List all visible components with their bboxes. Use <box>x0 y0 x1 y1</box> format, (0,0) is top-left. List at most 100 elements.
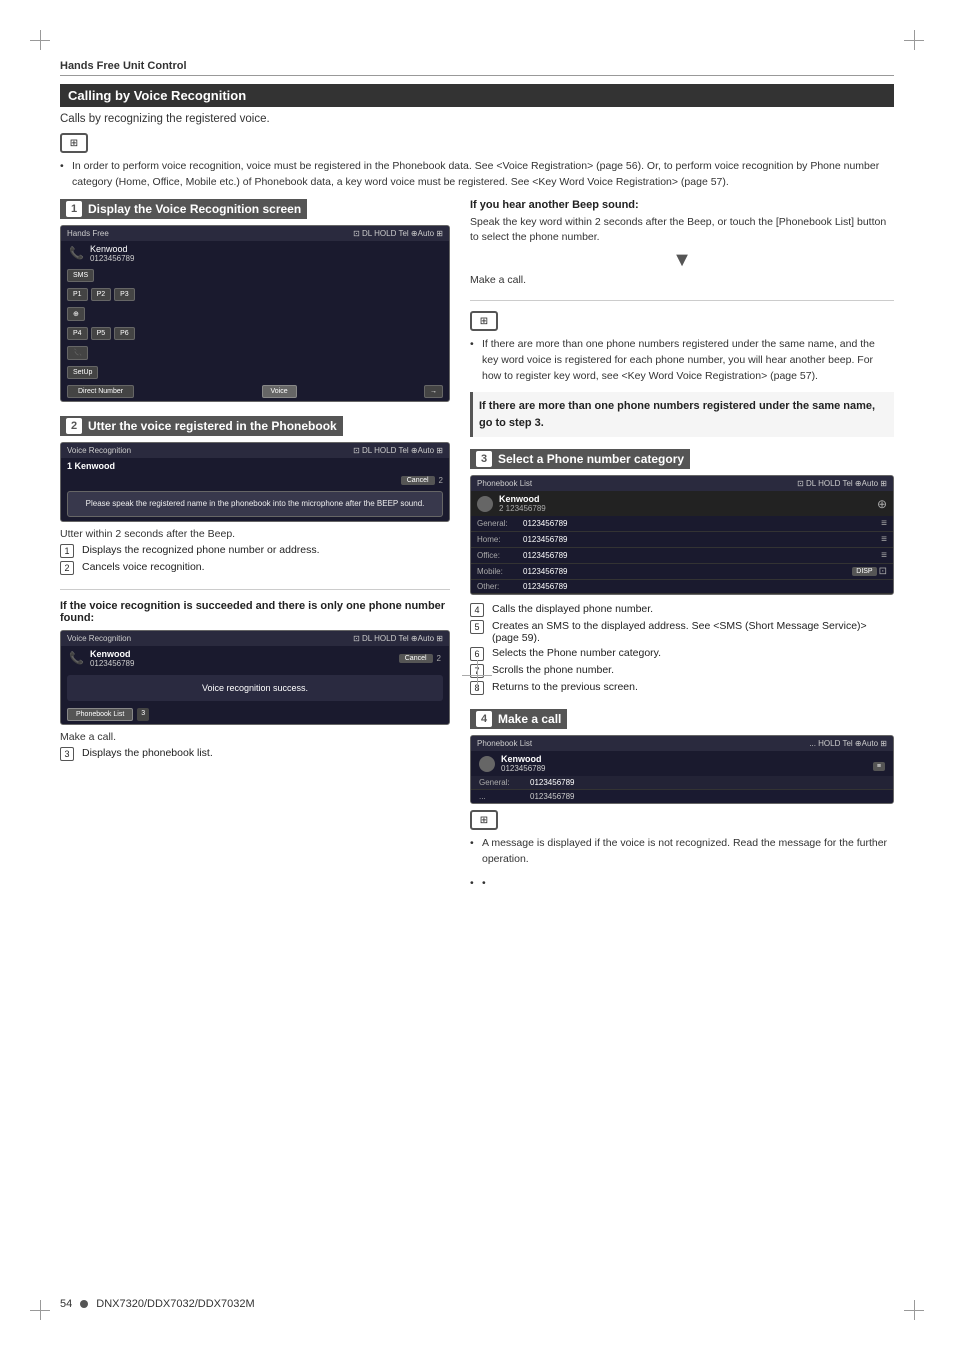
step3-note7: 7 Scrolls the phone number. <box>470 664 894 678</box>
ss-num2: 2 <box>437 654 441 663</box>
if-success-caption1: Make a call. <box>60 731 450 743</box>
hf-p3-btn[interactable]: P3 <box>114 288 135 301</box>
note8-text: Returns to the previous screen. <box>492 681 638 693</box>
icon-phonebook2: ⊞ <box>470 311 498 331</box>
final-note1: A message is displayed if the voice is n… <box>470 836 894 868</box>
icon-phonebook3: ⊞ <box>470 810 498 830</box>
pb-row-mobile[interactable]: Mobile: 0123456789 DISP ⊡ <box>471 564 893 580</box>
footer-dot <box>80 1300 88 1308</box>
hf-contacts-btn[interactable]: ⊕ <box>67 307 85 321</box>
section-subtitle: Calls by recognizing the registered voic… <box>60 113 894 125</box>
pb-label-general: General: <box>477 519 517 528</box>
hf-sms-btn[interactable]: SMS <box>67 269 94 282</box>
mc-avatar <box>479 756 495 772</box>
mc-next-row: ... 0123456789 <box>471 789 893 803</box>
hf-btn-row3: ⊕ <box>61 304 449 324</box>
vr-header: Voice Recognition ⊡ DL HOLD Tel ⊕Auto ⊞ <box>61 443 449 458</box>
hf-contact-name: Kenwood <box>90 244 135 254</box>
page-section-title: Hands Free Unit Control <box>60 60 894 76</box>
hf-p4-btn[interactable]: P4 <box>67 327 88 340</box>
pb-header: Phonebook List ⊡ DL HOLD Tel ⊕Auto ⊞ <box>471 476 893 491</box>
note3-text: Displays the phonebook list. <box>82 747 213 759</box>
hf-phone-icon: 📞 <box>69 246 84 260</box>
mc-status: ... HOLD Tel ⊕Auto ⊞ <box>809 739 887 748</box>
note5-num: 5 <box>470 620 484 634</box>
pb-avatar <box>477 496 493 512</box>
note2-text: Cancels voice recognition. <box>82 561 205 573</box>
ss-contact-num: 0123456789 <box>90 659 135 668</box>
hf-p1-btn[interactable]: P1 <box>67 288 88 301</box>
note1-text: Displays the recognized phone number or … <box>82 544 320 556</box>
hf-bottom-row: SetUp <box>61 363 449 382</box>
hf-contact-num: 0123456789 <box>90 254 135 263</box>
if-beep-text: Speak the key word within 2 seconds afte… <box>470 215 894 247</box>
hf-phone-icon2[interactable]: 📞 <box>67 346 88 360</box>
ss-phonebook-row: Phonebook List 3 <box>61 705 449 724</box>
step1-label: 1 Display the Voice Recognition screen <box>60 199 307 219</box>
note6-text: Selects the Phone number category. <box>492 647 661 659</box>
page-model: DNX7320/DDX7032/DDX7032M <box>96 1298 254 1310</box>
hf-p5-btn[interactable]: P5 <box>91 327 112 340</box>
hf-status: ⊡ DL HOLD Tel ⊕Auto ⊞ <box>353 229 443 238</box>
step3-note8: 8 Returns to the previous screen. <box>470 681 894 695</box>
pb-row-other[interactable]: Other: 0123456789 <box>471 580 893 594</box>
ss-contact-name: Kenwood <box>90 649 135 659</box>
success-screen: Voice Recognition ⊡ DL HOLD Tel ⊕Auto ⊞ … <box>60 630 450 725</box>
vr-dialog: Please speak the registered name in the … <box>67 491 443 517</box>
page-container: Hands Free Unit Control Calling by Voice… <box>0 0 954 1350</box>
ss-phonebook-btn[interactable]: Phonebook List <box>67 708 133 721</box>
corner-mark-br <box>904 1300 924 1320</box>
hf-direct-btn[interactable]: Direct Number <box>67 385 134 398</box>
icon-phonebook: ⊞ <box>60 133 88 153</box>
pb-row-office[interactable]: Office: 0123456789 ≡ <box>471 548 893 564</box>
mc-header: Phonebook List ... HOLD Tel ⊕Auto ⊞ <box>471 736 893 751</box>
mc-next-label: ... <box>479 792 524 801</box>
hf-p2-btn[interactable]: P2 <box>91 288 112 301</box>
bullet-note-2: If there are more than one phone numbers… <box>470 337 894 384</box>
hf-arrow-btn[interactable]: → <box>424 385 443 398</box>
corner-mark-tl <box>30 30 50 50</box>
step1-block: 1 Display the Voice Recognition screen H… <box>60 199 450 402</box>
pb-title: Phonebook List <box>477 479 532 488</box>
mc-number: 0123456789 <box>501 764 546 773</box>
step2-num: 2 <box>66 418 82 434</box>
hands-free-screen: Hands Free ⊡ DL HOLD Tel ⊕Auto ⊞ 📞 Kenwo… <box>60 225 450 402</box>
hf-setup-btn[interactable]: SetUp <box>67 366 98 379</box>
pb-num-office: 0123456789 <box>523 551 881 560</box>
phonebook-screen: Phonebook List ⊡ DL HOLD Tel ⊕Auto ⊞ Ken… <box>470 475 894 595</box>
mc-name: Kenwood <box>501 754 546 764</box>
pb-num-general: 0123456789 <box>523 519 881 528</box>
pb-row-general[interactable]: General: 0123456789 ≡ <box>471 516 893 532</box>
pb-num-home: 0123456789 <box>523 535 881 544</box>
note4-num: 4 <box>470 603 484 617</box>
if-success-note3: 3 Displays the phonebook list. <box>60 747 450 761</box>
vr-name: 1 Kenwood <box>61 458 449 474</box>
ss-cancel-btn[interactable]: Cancel <box>399 654 433 663</box>
make-call-screen: Phonebook List ... HOLD Tel ⊕Auto ⊞ Kenw… <box>470 735 894 804</box>
hf-btn-row1: SMS <box>61 266 449 285</box>
note7-text: Scrolls the phone number. <box>492 664 614 676</box>
step3-num: 3 <box>476 451 492 467</box>
ss-name-row: 📞 Kenwood 0123456789 Cancel 2 <box>61 646 449 671</box>
mc-next-num: 0123456789 <box>530 792 575 801</box>
hf-p6-btn[interactable]: P6 <box>114 327 135 340</box>
vr-cancel-btn[interactable]: Cancel <box>401 476 435 485</box>
ss-phone-icon: 📞 <box>69 651 84 665</box>
main-two-col: 1 Display the Voice Recognition screen H… <box>60 199 894 906</box>
vr-num2: 2 <box>439 476 443 485</box>
ss-title: Voice Recognition <box>67 634 131 643</box>
note2-num: 2 <box>60 561 74 575</box>
pb-arrow-mobile: ⊡ <box>879 566 887 577</box>
pb-row-home[interactable]: Home: 0123456789 ≡ <box>471 532 893 548</box>
mc-right-btn[interactable]: ≡ <box>873 762 885 771</box>
pb-label-home: Home: <box>477 535 517 544</box>
hf-voice-btn[interactable]: Voice <box>262 385 297 398</box>
step3-note6: 6 Selects the Phone number category. <box>470 647 894 661</box>
pb-disp-btn[interactable]: DISP <box>852 567 876 576</box>
hf-header: Hands Free ⊡ DL HOLD Tel ⊕Auto ⊞ <box>61 226 449 241</box>
step2-block: 2 Utter the voice registered in the Phon… <box>60 416 450 575</box>
section-header: Calling by Voice Recognition <box>60 84 894 107</box>
if-beep-caption2: Make a call. <box>470 274 894 286</box>
page-footer: 54 DNX7320/DDX7032/DDX7032M <box>60 1298 255 1310</box>
step3-note5: 5 Creates an SMS to the displayed addres… <box>470 620 894 644</box>
